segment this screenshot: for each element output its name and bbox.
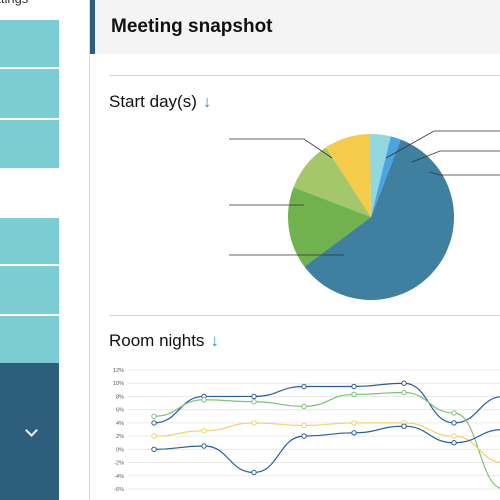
data-point[interactable] (301, 403, 307, 410)
data-point[interactable] (401, 380, 407, 386)
data-point[interactable] (301, 422, 307, 429)
y-tick-label: -6% (114, 487, 124, 493)
y-tick-label: 12% (113, 368, 124, 374)
y-tick-label: 8% (116, 394, 124, 400)
data-point[interactable] (201, 428, 207, 434)
data-point[interactable] (201, 397, 207, 403)
data-point[interactable] (401, 389, 407, 396)
data-point[interactable] (351, 430, 357, 436)
data-point[interactable] (151, 413, 157, 419)
y-tick-label: 10% (113, 381, 124, 387)
data-point[interactable] (451, 440, 457, 446)
y-tick-label: -4% (114, 474, 124, 480)
data-point[interactable] (451, 433, 457, 439)
data-point[interactable] (201, 443, 207, 449)
data-point[interactable] (251, 469, 257, 476)
data-point[interactable] (151, 446, 157, 453)
data-point[interactable] (151, 420, 157, 426)
room-nights-line-chart: 12% 10% 8% 6% 4% 2% 0% -2% -4% -6% (113, 368, 500, 493)
data-point[interactable] (251, 393, 257, 400)
series-line (153, 391, 500, 489)
y-axis-tick-labels: 12% 10% 8% 6% 4% 2% 0% -2% -4% -6% (113, 368, 124, 493)
data-point[interactable] (351, 391, 357, 398)
chart-series (151, 380, 500, 489)
y-tick-label: 4% (116, 421, 124, 427)
data-point[interactable] (301, 433, 307, 439)
data-point[interactable] (451, 420, 457, 426)
data-point[interactable] (251, 420, 257, 426)
y-tick-label: -2% (114, 461, 124, 467)
y-tick-label: 2% (116, 434, 124, 440)
data-point[interactable] (351, 383, 357, 390)
y-tick-label: 0% (116, 447, 124, 453)
data-point[interactable] (301, 383, 307, 390)
y-tick-label: 6% (116, 408, 124, 414)
series-line (153, 382, 500, 424)
data-point[interactable] (401, 423, 407, 429)
data-point[interactable] (451, 410, 457, 416)
data-point[interactable] (151, 433, 157, 439)
chart-grid (128, 369, 500, 490)
data-point[interactable] (251, 399, 257, 405)
data-point[interactable] (351, 420, 357, 426)
